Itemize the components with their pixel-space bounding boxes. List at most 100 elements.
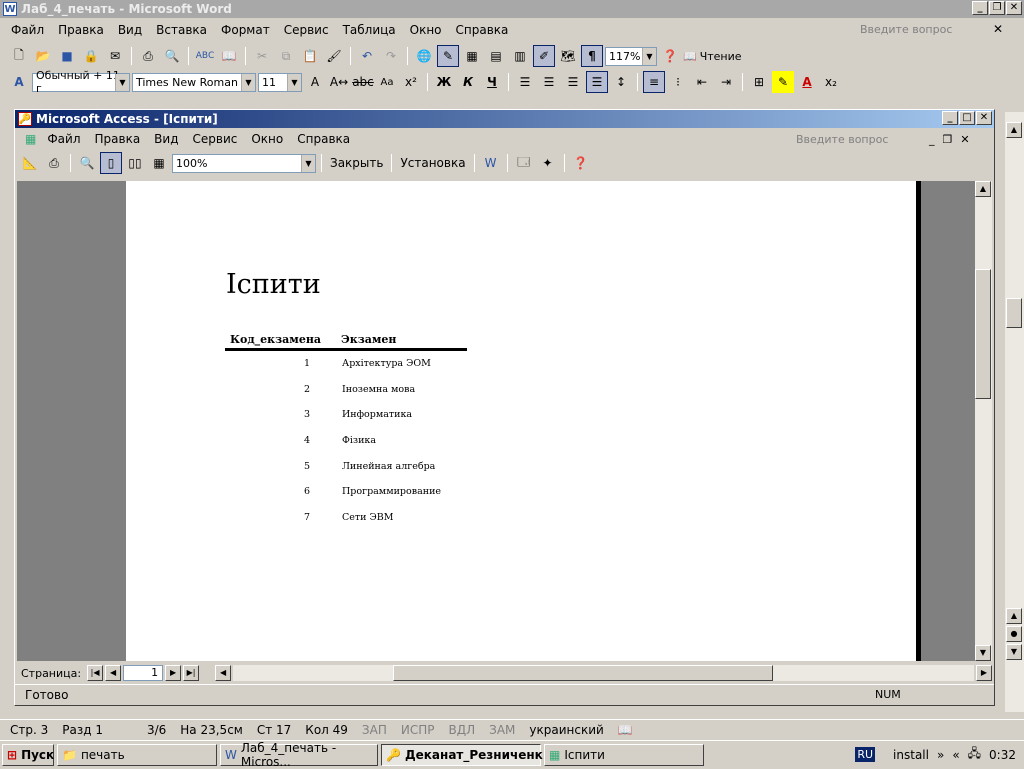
office-links-icon[interactable]: W [480, 152, 502, 174]
subscript-icon[interactable]: x₂ [820, 71, 842, 93]
word-menu-format[interactable]: Формат [214, 23, 277, 37]
spelling-icon[interactable]: ABC [194, 45, 216, 67]
columns-icon[interactable]: ▥ [509, 45, 531, 67]
select-browse-icon[interactable]: ● [1006, 626, 1022, 642]
word-menu-view[interactable]: Вид [111, 23, 149, 37]
page-number-input[interactable]: 1 [123, 665, 164, 681]
next-page-icon[interactable]: ▼ [1006, 644, 1022, 660]
chevron-right-icon[interactable]: » [937, 748, 944, 762]
word-scroll-thumb[interactable] [1006, 298, 1022, 328]
scroll-up-icon[interactable]: ▲ [975, 181, 991, 197]
taskbar-item-report[interactable]: ▦ Іспити [544, 743, 704, 766]
access-title-bar[interactable]: 🔑 Microsoft Access - [Іспити] _ □ ✕ [15, 110, 994, 128]
access-minimize-button[interactable]: _ [942, 111, 958, 125]
print-icon[interactable]: ⎙ [43, 152, 65, 174]
taskbar-item-access-db[interactable]: 🔑 Деканат_Резниченк... [381, 743, 556, 766]
cut-icon[interactable]: ✂ [251, 45, 273, 67]
new-doc-icon[interactable]: 🗋 [8, 45, 30, 67]
access-menu-file[interactable]: Файл [40, 132, 87, 146]
decrease-indent-icon[interactable]: ⇤ [691, 71, 713, 93]
copy-icon[interactable]: ⧉ [275, 45, 297, 67]
document-map-icon[interactable]: 🗺 [557, 45, 579, 67]
tables-borders-icon[interactable]: ✎ [437, 45, 459, 67]
doc-minimize-icon[interactable]: _ [929, 133, 935, 146]
network-icon[interactable]: 🖧 [968, 744, 981, 765]
hscroll-track[interactable] [233, 665, 974, 681]
new-object-icon[interactable]: ✦ [537, 152, 559, 174]
borders-icon[interactable]: ⊞ [748, 71, 770, 93]
strikethrough-icon[interactable]: abc [352, 71, 374, 93]
size-select[interactable]: 11 ▼ [258, 72, 302, 92]
bold-button[interactable]: Ж [433, 71, 455, 93]
insert-excel-icon[interactable]: ▤ [485, 45, 507, 67]
access-menu-window[interactable]: Окно [244, 132, 290, 146]
word-restore-button[interactable]: ❐ [989, 1, 1005, 15]
word-ask-input[interactable]: Введите вопрос [855, 21, 990, 39]
next-page-icon[interactable]: ▶ [165, 665, 182, 681]
lang-indicator[interactable]: RU [855, 747, 876, 762]
redo-icon[interactable]: ↷ [380, 45, 402, 67]
scroll-up-icon[interactable]: ▲ [1006, 122, 1022, 138]
font-scale-icon[interactable]: A [304, 71, 326, 93]
view-design-icon[interactable]: 📐 [19, 152, 41, 174]
word-menu-table[interactable]: Таблица [336, 23, 403, 37]
style-select[interactable]: Обычный + 11 г ▼ [32, 69, 130, 95]
access-menu-help[interactable]: Справка [290, 132, 357, 146]
help-icon[interactable]: ❓ [659, 45, 681, 67]
clock[interactable]: 0:32 [989, 748, 1016, 762]
chevron-left-icon[interactable]: « [952, 748, 959, 762]
underline-button[interactable]: Ч [481, 71, 503, 93]
research-icon[interactable]: 📖 [218, 45, 240, 67]
word-ask-close-icon[interactable]: ✕ [993, 22, 1003, 36]
highlight-icon[interactable]: ✎ [772, 71, 794, 93]
styles-icon[interactable]: A [8, 71, 30, 93]
align-right-icon[interactable]: ☰ [562, 71, 584, 93]
access-menu-view[interactable]: Вид [147, 132, 185, 146]
line-spacing-icon[interactable]: ↕ [610, 71, 632, 93]
small-caps-icon[interactable]: Aa [376, 71, 398, 93]
access-close-button[interactable]: ✕ [976, 111, 992, 125]
word-minimize-button[interactable]: _ [972, 1, 988, 15]
status-ext[interactable]: ВДЛ [448, 723, 475, 737]
status-trk[interactable]: ИСПР [401, 723, 435, 737]
scroll-left-icon[interactable]: ◀ [215, 665, 232, 681]
access-ask-input[interactable]: Введите вопрос [791, 131, 931, 149]
font-select[interactable]: Times New Roman ▼ [132, 72, 256, 92]
word-menu-window[interactable]: Окно [403, 23, 449, 37]
save-icon[interactable]: ■ [56, 45, 78, 67]
access-menu-edit[interactable]: Правка [88, 132, 148, 146]
numbering-icon[interactable]: ≡ [643, 71, 665, 93]
read-button[interactable]: 📖 Чтение [683, 50, 742, 63]
word-menu-file[interactable]: Файл [4, 23, 51, 37]
spelling-status-icon[interactable]: 📖 [618, 723, 633, 737]
print-icon[interactable]: ⎙ [137, 45, 159, 67]
insert-table-icon[interactable]: ▦ [461, 45, 483, 67]
format-painter-icon[interactable]: 🖌 [323, 45, 345, 67]
word-menu-edit[interactable]: Правка [51, 23, 111, 37]
access-maximize-button[interactable]: □ [959, 111, 975, 125]
justify-icon[interactable]: ☰ [586, 71, 608, 93]
access-menu-tools[interactable]: Сервис [186, 132, 245, 146]
database-window-icon[interactable]: 🗔 [513, 152, 535, 174]
superscript-icon[interactable]: x² [400, 71, 422, 93]
first-page-icon[interactable]: |◀ [87, 665, 104, 681]
hscroll-thumb[interactable] [393, 665, 774, 681]
print-preview-icon[interactable]: 🔍 [161, 45, 183, 67]
close-preview-button[interactable]: Закрыть [327, 156, 386, 170]
taskbar-item-word[interactable]: W Лаб_4_печать - Micros... [220, 741, 378, 769]
word-close-button[interactable]: ✕ [1006, 1, 1022, 15]
undo-icon[interactable]: ↶ [356, 45, 378, 67]
scroll-right-icon[interactable]: ▶ [976, 665, 992, 681]
drawing-icon[interactable]: ✐ [533, 45, 555, 67]
status-rec[interactable]: ЗАП [362, 723, 387, 737]
hyperlink-icon[interactable]: 🌐 [413, 45, 435, 67]
word-title-bar[interactable]: W Лаб_4_печать - Microsoft Word _ ❐ ✕ [0, 0, 1024, 18]
font-color-icon[interactable]: A [796, 71, 818, 93]
last-page-icon[interactable]: ▶| [183, 665, 200, 681]
multiple-pages-icon[interactable]: ▦ [148, 152, 170, 174]
one-page-icon[interactable]: ▯ [100, 152, 122, 174]
prev-page-icon[interactable]: ▲ [1006, 608, 1022, 624]
status-ovr[interactable]: ЗАМ [489, 723, 515, 737]
char-spacing-icon[interactable]: A↔ [328, 71, 350, 93]
italic-button[interactable]: К [457, 71, 479, 93]
